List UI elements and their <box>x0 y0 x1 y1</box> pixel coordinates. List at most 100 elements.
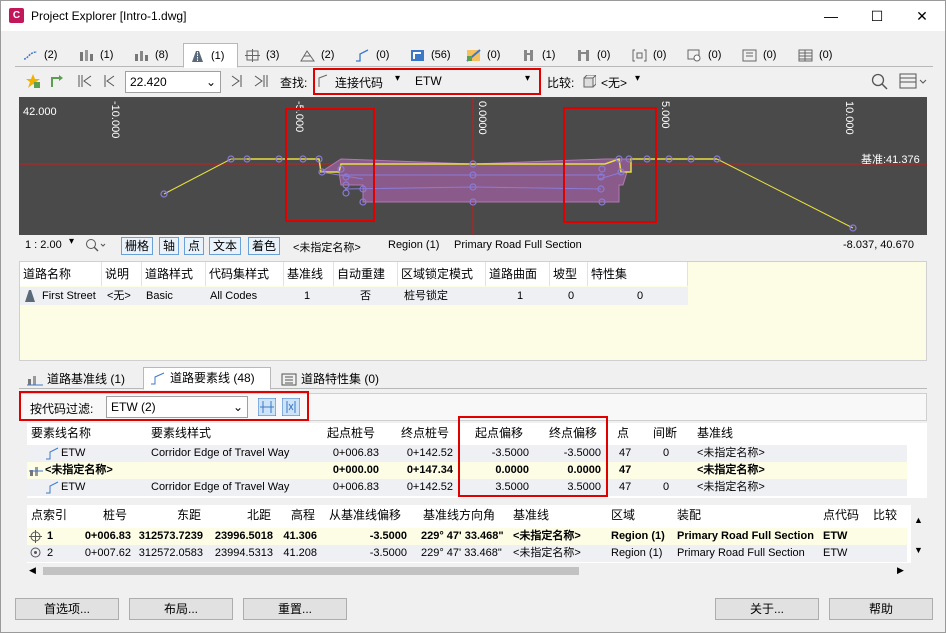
feature-line-name[interactable]: ETW <box>61 445 85 462</box>
next-station-icon[interactable] <box>229 73 245 89</box>
column-header[interactable]: 道路样式 <box>142 262 206 286</box>
tab-sample-lines[interactable]: (56) <box>404 43 459 67</box>
break-count: 0 <box>663 481 670 493</box>
column-header[interactable]: 间断 <box>653 423 677 443</box>
corridor-name[interactable]: First Street <box>39 287 96 305</box>
column-header[interactable]: 装配 <box>677 505 701 525</box>
point-index[interactable]: 2 <box>47 545 53 562</box>
scroll-down-icon[interactable]: ▼ <box>914 545 923 555</box>
column-header[interactable]: 基准线 <box>697 423 733 443</box>
column-header[interactable]: 终点桩号 <box>401 423 449 443</box>
feature-line-name[interactable]: ETW <box>61 479 85 496</box>
column-header[interactable]: 道路名称 <box>20 262 102 286</box>
tab-property-sets[interactable]: 道路特性集 (0) <box>275 369 395 389</box>
zoom-dropdown-icon[interactable] <box>85 238 107 254</box>
tab-count: (2) <box>321 49 335 61</box>
tab-alignments[interactable]: (2) <box>17 43 72 67</box>
section-viewer[interactable]: 42.000 -10.000 -5.000 0.0000 5.000 10.00… <box>19 97 927 235</box>
compare-value: <无> <box>601 76 628 90</box>
corridor-desc: <无> <box>107 290 131 302</box>
tab-feature-lines[interactable]: (0) <box>349 43 404 67</box>
vertical-scrollbar[interactable]: ▲ ▼ <box>911 505 927 563</box>
tab-pipe-networks[interactable]: (1) <box>515 43 570 67</box>
pressure-network-icon <box>578 49 589 61</box>
column-header[interactable]: 道路曲面 <box>486 262 550 286</box>
title-bar: C Project Explorer [Intro-1.dwg] — ☐ ✕ <box>1 1 945 31</box>
tab-surfaces[interactable]: (2) <box>294 43 349 67</box>
view-layout-icon[interactable] <box>899 73 927 90</box>
first-station-icon[interactable] <box>77 73 93 89</box>
column-header[interactable]: 起点桩号 <box>327 423 375 443</box>
column-header[interactable]: 点代码 <box>823 505 859 525</box>
column-header[interactable]: 基准线 <box>513 505 549 525</box>
tab-parcels[interactable]: (0) <box>626 43 681 67</box>
compare-combobox[interactable]: <无> ▾ <box>581 71 643 93</box>
tab-profile-views[interactable]: (8) <box>128 43 183 67</box>
scroll-right-icon[interactable]: ▶ <box>897 565 904 576</box>
scroll-up-icon[interactable]: ▲ <box>914 515 923 525</box>
reset-button[interactable]: 重置... <box>243 598 347 620</box>
text-toggle[interactable]: 文本 <box>209 237 242 255</box>
point-index[interactable]: 1 <box>47 528 53 545</box>
preferences-button[interactable]: 首选项... <box>15 598 119 620</box>
scale-dropdown[interactable]: 1 : 2.00 <box>25 239 62 251</box>
point-assembly: Primary Road Full Section <box>677 547 805 559</box>
start-station: 0+006.83 <box>332 447 379 459</box>
assembly-icon <box>245 48 260 62</box>
column-header[interactable]: 说明 <box>102 262 142 286</box>
column-header[interactable]: 区域 <box>611 505 635 525</box>
column-header[interactable]: 东距 <box>177 505 201 525</box>
layout-button[interactable]: 布局... <box>129 598 233 620</box>
scroll-left-icon[interactable]: ◀ <box>29 565 36 576</box>
previous-station-icon[interactable] <box>101 73 117 89</box>
caret-down-icon[interactable]: ▾ <box>69 236 74 247</box>
about-button[interactable]: 关于... <box>715 598 819 620</box>
column-header[interactable]: 代码集样式 <box>206 262 284 286</box>
column-header[interactable]: 自动重建 <box>334 262 398 286</box>
tab-section-views[interactable]: (0) <box>460 43 515 67</box>
column-header[interactable]: 桩号 <box>103 505 127 525</box>
zoom-icon[interactable] <box>871 73 888 90</box>
column-header[interactable]: 坡型 <box>550 262 588 286</box>
station-value: 22.420 <box>130 75 167 89</box>
refresh-icon[interactable] <box>49 73 65 89</box>
column-header[interactable]: 区域锁定模式 <box>398 262 486 286</box>
column-header[interactable]: 点索引 <box>31 505 67 525</box>
tab-baselines[interactable]: 道路基准线 (1) <box>21 369 139 389</box>
end-station: 0+142.52 <box>406 481 453 493</box>
column-header[interactable]: 比较 <box>873 505 897 525</box>
last-station-icon[interactable] <box>253 73 269 89</box>
tab-pressure-networks[interactable]: (0) <box>570 43 625 67</box>
baseline-name[interactable]: <未指定名称> <box>45 462 113 479</box>
help-button[interactable]: 帮助 <box>829 598 933 620</box>
point-toggle[interactable]: 点 <box>184 237 205 255</box>
shade-toggle[interactable]: 着色 <box>248 237 281 255</box>
column-header[interactable]: 基准线方向角 <box>423 505 495 525</box>
tab-corridors[interactable]: (1) <box>183 43 238 68</box>
column-header[interactable]: 北距 <box>247 505 271 525</box>
horizontal-scrollbar[interactable]: ◀ ▶ <box>27 563 927 579</box>
minimize-button[interactable]: — <box>808 1 854 31</box>
tab-assemblies[interactable]: (3) <box>239 43 294 67</box>
axis-toggle[interactable]: 轴 <box>159 237 180 255</box>
column-header[interactable]: 点 <box>617 423 629 443</box>
tab-profiles[interactable]: (1) <box>73 43 128 67</box>
highlight-right-etw <box>563 107 657 223</box>
column-header[interactable]: 要素线名称 <box>31 423 91 443</box>
section-viewer-canvas[interactable]: 42.000 -10.000 -5.000 0.0000 5.000 10.00… <box>19 97 927 235</box>
column-header[interactable]: 高程 <box>291 505 315 525</box>
station-combobox[interactable]: 22.420 ⌄ <box>125 71 221 93</box>
close-button[interactable]: ✕ <box>899 1 945 31</box>
tab-view-frames[interactable]: (0) <box>736 43 791 67</box>
column-header[interactable]: 基准线 <box>284 262 334 286</box>
column-header[interactable]: 要素线样式 <box>151 423 211 443</box>
tab-point-groups[interactable]: (0) <box>681 43 736 67</box>
column-header[interactable]: 特性集 <box>588 262 688 286</box>
scroll-thumb[interactable] <box>43 567 579 575</box>
grid-toggle[interactable]: 栅格 <box>121 237 154 255</box>
add-star-icon[interactable] <box>25 73 41 89</box>
column-header[interactable]: 从基准线偏移 <box>329 505 401 525</box>
maximize-button[interactable]: ☐ <box>854 1 900 31</box>
tab-feature-lines[interactable]: 道路要素线 (48) <box>143 367 271 390</box>
tab-tables[interactable]: (0) <box>792 43 847 67</box>
